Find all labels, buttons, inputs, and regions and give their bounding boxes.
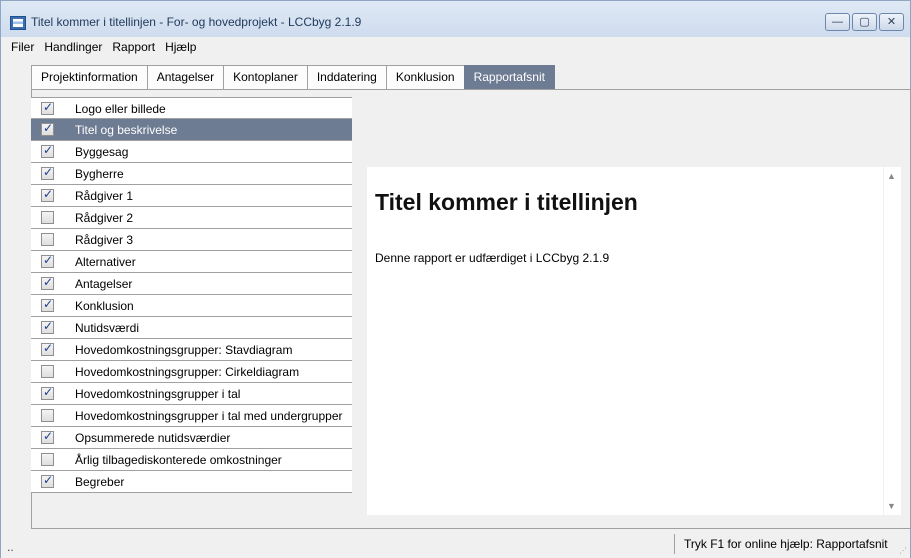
maximize-button[interactable]: ▢ (852, 13, 877, 31)
menu-handlinger[interactable]: Handlinger (40, 39, 106, 55)
section-checkbox[interactable] (41, 473, 54, 488)
section-label: Konklusion (75, 299, 134, 313)
section-row[interactable]: Titel og beskrivelse (31, 119, 352, 141)
section-label: Hovedomkostningsgrupper i tal med underg… (75, 409, 343, 423)
menu-hjaelp[interactable]: Hjælp (161, 39, 200, 55)
window-controls: — ▢ ✕ (825, 13, 904, 31)
section-checkbox[interactable] (41, 365, 54, 378)
tab-konklusion[interactable]: Konklusion (385, 65, 465, 89)
section-label: Hovedomkostningsgrupper i tal (75, 387, 241, 401)
menu-bar: Filer Handlinger Rapport Hjælp (1, 37, 910, 57)
section-label: Titel og beskrivelse (75, 123, 178, 137)
tab-inddatering[interactable]: Inddatering (306, 65, 387, 89)
section-checkbox[interactable] (41, 165, 54, 180)
section-checkbox[interactable] (41, 253, 54, 268)
section-row[interactable]: Hovedomkostningsgrupper: Cirkeldiagram (31, 361, 352, 383)
section-label: Nutidsværdi (75, 321, 140, 335)
section-checkbox[interactable] (41, 319, 54, 334)
section-row[interactable]: Årlig tilbagediskonterede omkostninger (31, 449, 352, 471)
section-row[interactable]: Nutidsværdi (31, 317, 352, 339)
section-row[interactable]: Rådgiver 3 (31, 229, 352, 251)
section-checkbox[interactable] (41, 121, 54, 136)
section-label: Hovedomkostningsgrupper: Stavdiagram (75, 343, 293, 357)
report-preview: Titel kommer i titellinjen Denne rapport… (367, 167, 883, 515)
tab-rapportafsnit[interactable]: Rapportafsnit (463, 65, 555, 89)
status-bar: .. Tryk F1 for online hjælp: Rapportafsn… (1, 531, 910, 558)
section-label: Rådgiver 2 (75, 211, 134, 225)
close-button[interactable]: ✕ (879, 13, 904, 31)
section-row[interactable]: Hovedomkostningsgrupper: Stavdiagram (31, 339, 352, 361)
section-checkbox[interactable] (41, 341, 54, 356)
section-checkbox[interactable] (41, 143, 54, 158)
section-checkbox[interactable] (41, 453, 54, 466)
section-checkbox[interactable] (41, 187, 54, 202)
title-bar: Titel kommer i titellinjen - For- og hov… (1, 1, 910, 37)
report-title: Titel kommer i titellinjen (375, 189, 638, 215)
scroll-up-icon[interactable]: ▲ (887, 171, 896, 181)
status-left: .. (7, 540, 14, 554)
app-icon (10, 16, 26, 30)
section-row[interactable]: Opsummerede nutidsværdier (31, 427, 352, 449)
status-separator (674, 534, 675, 554)
minimize-icon: — (832, 16, 843, 28)
maximize-icon: ▢ (859, 16, 870, 28)
section-label: Logo eller billede (75, 102, 166, 116)
section-checkbox[interactable] (41, 385, 54, 400)
tab-antagelser[interactable]: Antagelser (146, 65, 225, 89)
close-icon: ✕ (886, 16, 897, 28)
menu-filer[interactable]: Filer (7, 39, 38, 55)
tab-kontoplaner[interactable]: Kontoplaner (223, 65, 308, 89)
report-text: Denne rapport er udfærdiget i LCCbyg 2.1… (375, 251, 610, 265)
section-row[interactable]: Antagelser (31, 273, 352, 295)
section-row[interactable]: Logo eller billede (31, 97, 352, 119)
status-help: Tryk F1 for online hjælp: Rapportafsnit (684, 537, 888, 551)
section-label: Alternativer (75, 255, 136, 269)
section-label: Hovedomkostningsgrupper: Cirkeldiagram (75, 365, 300, 379)
section-checkbox[interactable] (41, 100, 54, 115)
section-label: Rådgiver 3 (75, 233, 134, 247)
tab-projektinformation[interactable]: Projektinformation (31, 65, 148, 89)
section-row[interactable]: Hovedomkostningsgrupper i tal med underg… (31, 405, 352, 427)
section-row[interactable]: Rådgiver 2 (31, 207, 352, 229)
tab-strip: Projektinformation Antagelser Kontoplane… (31, 65, 555, 89)
section-row[interactable]: Hovedomkostningsgrupper i tal (31, 383, 352, 405)
section-checkbox[interactable] (41, 409, 54, 422)
section-label: Opsummerede nutidsværdier (75, 431, 231, 445)
section-row[interactable]: Byggesag (31, 141, 352, 163)
section-label: Bygherre (75, 167, 124, 181)
resize-grip-icon[interactable]: ⋰ (899, 546, 907, 555)
section-checkbox[interactable] (41, 275, 54, 290)
section-label: Årlig tilbagediskonterede omkostninger (75, 453, 282, 467)
section-checkbox[interactable] (41, 211, 54, 224)
section-label: Rådgiver 1 (75, 189, 134, 203)
section-row[interactable]: Begreber (31, 471, 352, 493)
section-checklist: Logo eller billede Titel og beskrivelse By… (31, 97, 352, 493)
window-title: Titel kommer i titellinjen - For- og hov… (31, 15, 362, 29)
scroll-down-icon[interactable]: ▼ (887, 501, 896, 511)
preview-scrollbar[interactable]: ▲ ▼ (884, 167, 901, 515)
section-checkbox[interactable] (41, 429, 54, 444)
section-row[interactable]: Alternativer (31, 251, 352, 273)
section-label: Antagelser (75, 277, 133, 291)
section-row[interactable]: Bygherre (31, 163, 352, 185)
menu-rapport[interactable]: Rapport (108, 39, 159, 55)
section-row[interactable]: Konklusion (31, 295, 352, 317)
section-row[interactable]: Rådgiver 1 (31, 185, 352, 207)
minimize-button[interactable]: — (825, 13, 850, 31)
section-checkbox[interactable] (41, 297, 54, 312)
section-label: Begreber (75, 475, 125, 489)
section-label: Byggesag (75, 145, 129, 159)
app-window: Titel kommer i titellinjen - For- og hov… (0, 0, 911, 558)
section-checkbox[interactable] (41, 233, 54, 246)
